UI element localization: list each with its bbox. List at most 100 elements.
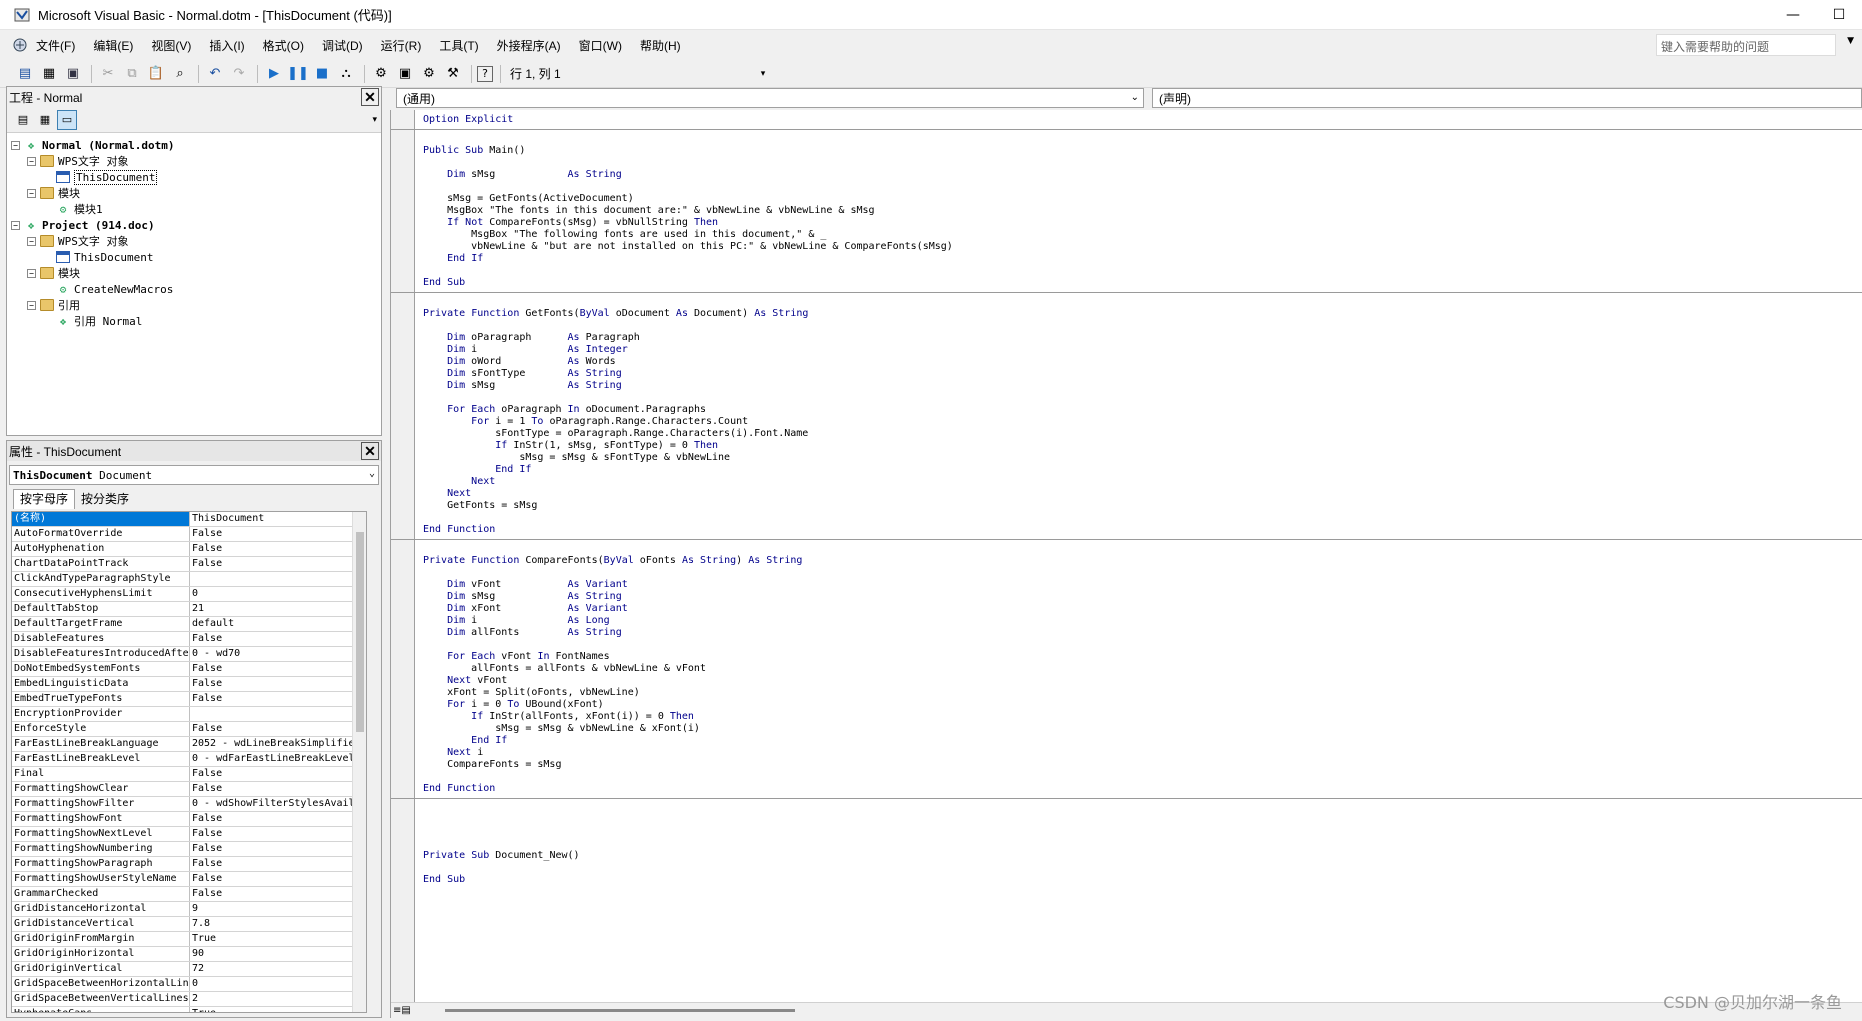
code-line[interactable]: Dim sMsg As String (423, 591, 1862, 603)
property-value[interactable]: False (190, 887, 366, 901)
property-value[interactable]: default (190, 617, 366, 631)
property-value[interactable]: False (190, 662, 366, 676)
code-line[interactable]: If InStr(1, sMsg, sFontType) = 0 Then (423, 440, 1862, 452)
code-line[interactable]: Next (423, 488, 1862, 500)
help-search-input[interactable]: 键入需要帮助的问题 (1656, 34, 1836, 56)
undo-icon[interactable]: ↶ (204, 63, 226, 85)
code-line[interactable]: MsgBox "The following fonts are used in … (423, 229, 1862, 241)
property-value[interactable]: False (190, 782, 366, 796)
property-value[interactable]: 72 (190, 962, 366, 976)
redo-icon[interactable]: ↷ (228, 63, 250, 85)
property-value[interactable]: False (190, 542, 366, 556)
code-line[interactable] (423, 826, 1862, 838)
collapse-icon[interactable]: − (11, 220, 20, 230)
code-line[interactable]: Dim oWord As Words (423, 356, 1862, 368)
property-row[interactable]: DisableFeatures False (12, 632, 366, 647)
property-value[interactable]: True (190, 932, 366, 946)
menu-file[interactable]: 文件(F) (36, 37, 84, 54)
code-line[interactable]: For Each oParagraph In oDocument.Paragra… (423, 404, 1862, 416)
property-value[interactable]: False (190, 767, 366, 781)
insert-module-icon[interactable]: ▦ (38, 63, 60, 85)
menu-window[interactable]: 窗口(W) (570, 37, 631, 54)
property-value[interactable]: ThisDocument (190, 512, 366, 526)
code-line[interactable]: If Not CompareFonts(sMsg) = vbNullString… (423, 217, 1862, 229)
property-row[interactable]: FormattingShowNextLevel False (12, 827, 366, 842)
code-line[interactable] (423, 639, 1862, 651)
tab-categorized[interactable]: 按分类序 (75, 490, 135, 509)
minimize-button[interactable]: — (1770, 0, 1816, 30)
menu-addins[interactable]: 外接程序(A) (488, 37, 570, 54)
menu-run[interactable]: 运行(R) (372, 37, 431, 54)
code-line[interactable]: Private Function CompareFonts(ByVal oFon… (423, 555, 1862, 567)
code-line[interactable]: Option Explicit (423, 114, 1862, 126)
property-value[interactable]: 0 - wdFarEastLineBreakLevelN (190, 752, 366, 766)
collapse-icon[interactable]: − (27, 236, 36, 246)
property-row[interactable]: GridOriginFromMargin True (12, 932, 366, 947)
code-line[interactable]: Dim vFont As Variant (423, 579, 1862, 591)
collapse-icon[interactable]: − (27, 300, 36, 310)
property-row[interactable]: FarEastLineBreakLevel 0 - wdFarEastLineBr… (12, 752, 366, 767)
property-value[interactable]: False (190, 722, 366, 736)
code-line[interactable]: sFontType = oParagraph.Range.Characters(… (423, 428, 1862, 440)
property-row[interactable]: DisableFeaturesIntroducedAfte 0 - wd70 (12, 647, 366, 662)
code-line[interactable] (423, 296, 1862, 308)
property-value[interactable]: True (190, 1007, 366, 1012)
property-value[interactable]: False (190, 872, 366, 886)
menu-view[interactable]: 视图(V) (142, 37, 200, 54)
code-line[interactable] (423, 392, 1862, 404)
code-line[interactable]: Dim oParagraph As Paragraph (423, 332, 1862, 344)
code-line[interactable]: End If (423, 253, 1862, 265)
property-value[interactable]: False (190, 557, 366, 571)
property-value[interactable]: 2 (190, 992, 366, 1006)
code-line[interactable] (423, 814, 1862, 826)
tree-item[interactable]: − WPS文字 对象 (11, 153, 377, 169)
property-row[interactable]: GridSpaceBetweenHorizontalLin 0 (12, 977, 366, 992)
scrollbar-thumb[interactable] (445, 1009, 795, 1012)
code-line[interactable]: Dim i As Integer (423, 344, 1862, 356)
procedure-view-icon[interactable]: ≡▤ (393, 1005, 411, 1016)
property-row[interactable]: GrammarChecked False (12, 887, 366, 902)
property-value[interactable]: False (190, 827, 366, 841)
property-row[interactable]: Final False (12, 767, 366, 782)
property-row[interactable]: FarEastLineBreakLanguage 2052 - wdLineBre… (12, 737, 366, 752)
property-row[interactable]: AutoHyphenation False (12, 542, 366, 557)
collapse-icon[interactable]: − (27, 156, 36, 166)
tree-item[interactable]: − ❖ Project (914.doc) (11, 217, 377, 233)
code-line[interactable]: xFont = Split(oFonts, vbNewLine) (423, 687, 1862, 699)
property-value[interactable]: False (190, 677, 366, 691)
property-row[interactable]: DefaultTargetFrame default (12, 617, 366, 632)
tree-item[interactable]: − ❖ Normal (Normal.dotm) (11, 137, 377, 153)
code-line[interactable]: vbNewLine & "but are not installed on th… (423, 241, 1862, 253)
code-line[interactable] (423, 265, 1862, 277)
menu-format[interactable]: 格式(O) (254, 37, 313, 54)
code-line[interactable]: Next (423, 476, 1862, 488)
code-line[interactable]: sMsg = GetFonts(ActiveDocument) (423, 193, 1862, 205)
code-line[interactable]: Dim sMsg As String (423, 380, 1862, 392)
property-row[interactable]: GridDistanceHorizontal 9 (12, 902, 366, 917)
code-line[interactable]: End Function (423, 524, 1862, 536)
property-row[interactable]: AutoFormatOverride False (12, 527, 366, 542)
collapse-icon[interactable]: − (11, 140, 20, 150)
code-line[interactable]: sMsg = sMsg & vbNewLine & xFont(i) (423, 723, 1862, 735)
horizontal-scrollbar[interactable]: ≡▤ (391, 1002, 1862, 1018)
code-editor[interactable]: Option Explicit Public Sub Main() Dim sMs… (391, 114, 1862, 886)
property-row[interactable]: EmbedTrueTypeFonts False (12, 692, 366, 707)
panel-menu-icon[interactable]: ▾ (372, 115, 377, 125)
code-line[interactable]: If InStr(allFonts, xFont(i)) = 0 Then (423, 711, 1862, 723)
code-line[interactable]: Dim allFonts As String (423, 627, 1862, 639)
code-line[interactable] (423, 157, 1862, 169)
tree-item[interactable]: ⚙ CreateNewMacros (11, 281, 377, 297)
menu-tools[interactable]: 工具(T) (430, 37, 487, 54)
property-value[interactable]: 0 - wd70 (190, 647, 366, 661)
code-line[interactable]: Next vFont (423, 675, 1862, 687)
property-value[interactable]: False (190, 812, 366, 826)
reset-icon[interactable]: ■ (311, 63, 333, 85)
property-row[interactable]: DoNotEmbedSystemFonts False (12, 662, 366, 677)
property-row[interactable]: GridOriginHorizontal 90 (12, 947, 366, 962)
code-line[interactable]: sMsg = sMsg & sFontType & vbNewLine (423, 452, 1862, 464)
copy-icon[interactable]: ⧉ (121, 63, 143, 85)
property-value[interactable]: False (190, 632, 366, 646)
tree-item[interactable]: ThisDocument (11, 169, 377, 185)
break-icon[interactable]: ❚❚ (287, 63, 309, 85)
object-browser-icon[interactable]: ⚙ (418, 63, 440, 85)
